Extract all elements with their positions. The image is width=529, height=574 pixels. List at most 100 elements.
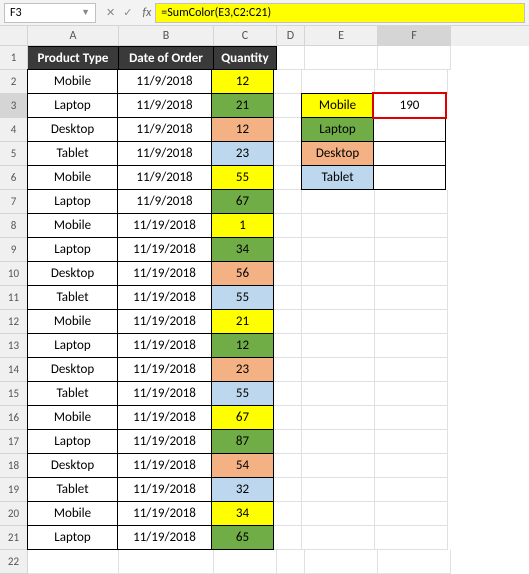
col-header-E[interactable]: E (305, 26, 378, 46)
cell-B3[interactable]: 11/9/2018 (117, 93, 212, 118)
cell-D21[interactable] (274, 526, 302, 550)
cell-C22[interactable] (214, 550, 277, 574)
cell-C5[interactable]: 23 (211, 141, 274, 166)
cell-F20[interactable] (375, 502, 448, 526)
cell-F19[interactable] (375, 478, 448, 502)
cell-E10[interactable] (302, 262, 375, 286)
row-header-14[interactable]: 14 (0, 358, 28, 382)
cell-C11[interactable]: 55 (211, 285, 274, 310)
cell-D11[interactable] (274, 286, 302, 310)
row-header-13[interactable]: 13 (0, 334, 28, 358)
cell-C20[interactable]: 34 (211, 501, 274, 526)
cell-D4[interactable] (274, 118, 302, 142)
cell-E5[interactable]: Desktop (301, 141, 374, 166)
col-header-D[interactable]: D (277, 26, 305, 46)
cell-E1[interactable] (305, 46, 378, 70)
cell-A8[interactable]: Mobile (27, 213, 118, 238)
cell-B8[interactable]: 11/19/2018 (117, 213, 212, 238)
cell-D2[interactable] (274, 70, 302, 94)
cell-E15[interactable] (302, 382, 375, 406)
cell-D7[interactable] (274, 190, 302, 214)
row-header-10[interactable]: 10 (0, 262, 28, 286)
cell-B14[interactable]: 11/19/2018 (117, 357, 212, 382)
cell-A5[interactable]: Tablet (27, 141, 118, 166)
cell-B7[interactable]: 11/9/2018 (117, 189, 212, 214)
row-header-2[interactable]: 2 (0, 70, 28, 94)
cell-B11[interactable]: 11/19/2018 (117, 285, 212, 310)
cell-E20[interactable] (302, 502, 375, 526)
cell-A21[interactable]: Laptop (27, 525, 118, 550)
cancel-icon[interactable]: ✕ (106, 6, 115, 19)
cell-F9[interactable] (375, 238, 448, 262)
cell-C16[interactable]: 67 (211, 405, 274, 430)
cell-D20[interactable] (274, 502, 302, 526)
cell-A16[interactable]: Mobile (27, 405, 118, 430)
cell-A14[interactable]: Desktop (27, 357, 118, 382)
cell-B6[interactable]: 11/9/2018 (117, 165, 212, 190)
fx-icon[interactable]: fx (138, 6, 155, 20)
cell-E21[interactable] (302, 526, 375, 550)
cell-B13[interactable]: 11/19/2018 (117, 333, 212, 358)
cell-F14[interactable] (375, 358, 448, 382)
cell-F7[interactable] (375, 190, 448, 214)
cell-B20[interactable]: 11/19/2018 (117, 501, 212, 526)
cell-D1[interactable] (277, 46, 305, 70)
cell-A6[interactable]: Mobile (27, 165, 118, 190)
row-header-20[interactable]: 20 (0, 502, 28, 526)
cell-D18[interactable] (274, 454, 302, 478)
cell-F3[interactable]: 190 (373, 93, 446, 118)
cell-B17[interactable]: 11/19/2018 (117, 429, 212, 454)
row-header-18[interactable]: 18 (0, 454, 28, 478)
cell-B15[interactable]: 11/19/2018 (117, 381, 212, 406)
cell-B16[interactable]: 11/19/2018 (117, 405, 212, 430)
row-header-16[interactable]: 16 (0, 406, 28, 430)
cell-F13[interactable] (375, 334, 448, 358)
header-date-of-order[interactable]: Date of Order (119, 46, 214, 70)
row-header-11[interactable]: 11 (0, 286, 28, 310)
row-header-6[interactable]: 6 (0, 166, 28, 190)
cell-A15[interactable]: Tablet (27, 381, 118, 406)
cell-A7[interactable]: Laptop (27, 189, 118, 214)
cell-C9[interactable]: 34 (211, 237, 274, 262)
cell-D16[interactable] (274, 406, 302, 430)
cell-F22[interactable] (378, 550, 451, 574)
row-header-12[interactable]: 12 (0, 310, 28, 334)
cell-A10[interactable]: Desktop (27, 261, 118, 286)
cell-C4[interactable]: 12 (211, 117, 274, 142)
cell-D14[interactable] (274, 358, 302, 382)
cell-A18[interactable]: Desktop (27, 453, 118, 478)
col-header-F[interactable]: F (378, 26, 451, 46)
header-quantity[interactable]: Quantity (214, 46, 277, 70)
cell-C19[interactable]: 32 (211, 477, 274, 502)
cell-C12[interactable]: 21 (211, 309, 274, 334)
cell-F17[interactable] (375, 430, 448, 454)
cell-A3[interactable]: Laptop (27, 93, 118, 118)
enter-icon[interactable]: ✓ (123, 6, 132, 19)
cell-B21[interactable]: 11/19/2018 (117, 525, 212, 550)
cell-F15[interactable] (375, 382, 448, 406)
cell-C13[interactable]: 12 (211, 333, 274, 358)
cell-E6[interactable]: Tablet (301, 165, 374, 190)
cell-A20[interactable]: Mobile (27, 501, 118, 526)
cell-B12[interactable]: 11/19/2018 (117, 309, 212, 334)
cell-C7[interactable]: 67 (211, 189, 274, 214)
col-header-B[interactable]: B (119, 26, 214, 46)
cell-E11[interactable] (302, 286, 375, 310)
cell-A22[interactable] (28, 550, 119, 574)
cell-D22[interactable] (277, 550, 305, 574)
row-header-8[interactable]: 8 (0, 214, 28, 238)
cell-A2[interactable]: Mobile (27, 69, 118, 94)
cell-D12[interactable] (274, 310, 302, 334)
cell-C10[interactable]: 56 (211, 261, 274, 286)
row-header-21[interactable]: 21 (0, 526, 28, 550)
cell-F1[interactable] (378, 46, 451, 70)
cell-F5[interactable] (373, 141, 446, 166)
row-header-17[interactable]: 17 (0, 430, 28, 454)
cell-E19[interactable] (302, 478, 375, 502)
cell-F11[interactable] (375, 286, 448, 310)
cell-A19[interactable]: Tablet (27, 477, 118, 502)
cell-C14[interactable]: 23 (211, 357, 274, 382)
cell-B22[interactable] (119, 550, 214, 574)
cell-C15[interactable]: 55 (211, 381, 274, 406)
cell-C8[interactable]: 1 (211, 213, 274, 238)
